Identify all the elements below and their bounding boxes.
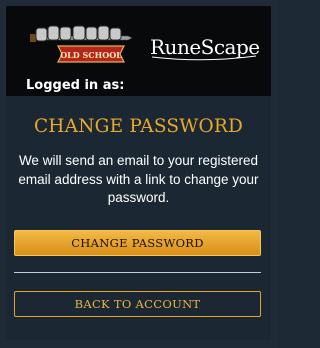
runescape-logo: RuneScape — [150, 35, 260, 61]
description-text: We will send an email to your registered… — [18, 153, 259, 205]
logged-in-label: Logged in as: — [26, 78, 125, 93]
page-title: CHANGE PASSWORD — [33, 116, 244, 137]
account-header: OLD SCHOOL RuneScape Logged in as: — [6, 6, 271, 96]
divider — [14, 272, 261, 273]
runescape-logo-text: RuneScape — [150, 35, 260, 59]
change-password-panel: CHANGE PASSWORD We will send an email to… — [6, 96, 271, 340]
osrs-logo: OLD SCHOOL — [30, 25, 133, 63]
page-frame: OLD SCHOOL RuneScape Logged in as: CHANG… — [0, 0, 278, 348]
back-to-account-button[interactable]: BACK TO ACCOUNT — [14, 291, 261, 317]
change-password-button[interactable]: CHANGE PASSWORD — [14, 230, 261, 256]
osrs-logo-text: OLD SCHOOL — [60, 50, 122, 60]
